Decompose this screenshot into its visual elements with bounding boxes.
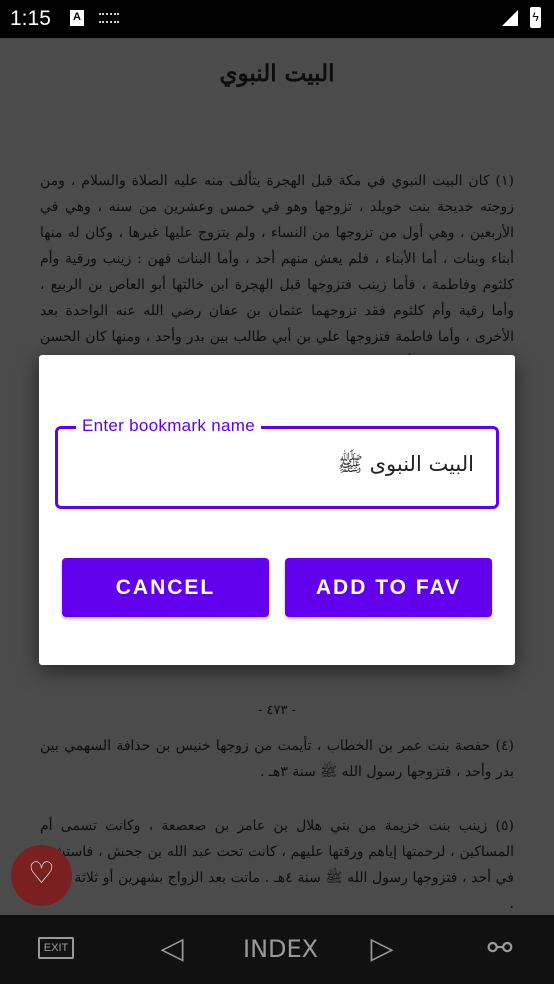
cancel-button[interactable]: CANCEL <box>62 558 269 617</box>
next-page-button[interactable]: ▷ <box>360 929 404 969</box>
clock: 1:15 <box>10 7 51 30</box>
bottom-bar: EXIT ◁ INDEX ▷ ⚯ <box>0 915 554 984</box>
page-title: البيت النبوي <box>219 60 335 87</box>
battery-charging-icon: ϟ <box>530 7 541 28</box>
add-to-fav-button[interactable]: ADD TO FAV <box>285 558 492 617</box>
triangle-left-icon: ◁ <box>160 932 184 965</box>
exit-button[interactable]: EXIT <box>38 937 74 959</box>
bookmark-name-input[interactable]: Enter bookmark name البيت النبوى ﷺ <box>55 416 499 509</box>
page-number: - ٤٧٣ - <box>257 703 296 718</box>
add-favorite-button[interactable]: ♡ <box>11 845 72 906</box>
index-button[interactable]: INDEX <box>243 929 318 969</box>
share-button[interactable]: ⚯ <box>478 929 522 969</box>
signal-off-icon <box>502 10 518 26</box>
share-icon: ⚯ <box>487 932 513 965</box>
a-icon: A <box>70 10 84 26</box>
prev-page-button[interactable]: ◁ <box>150 929 194 969</box>
triangle-right-icon: ▷ <box>370 932 394 965</box>
status-bar: 1:15 A ϟ <box>0 0 554 38</box>
heart-add-icon: ♡ <box>28 857 55 890</box>
paragraph: (٤) حفصة بنت عمر بن الخطاب ، تأيمت من زو… <box>40 738 514 780</box>
keyboard-icon <box>99 13 119 23</box>
paragraph: (١) كان البيت النبوي في مكة قبل الهجرة ي… <box>40 173 514 371</box>
paragraph: (٥) زينب بنت خزيمة من بني هلال بن عامر ب… <box>40 818 515 912</box>
field-value[interactable]: البيت النبوى ﷺ <box>338 451 474 482</box>
bookmark-dialog: Enter bookmark name البيت النبوى ﷺ CANCE… <box>39 355 515 665</box>
field-label: Enter bookmark name <box>76 416 261 436</box>
